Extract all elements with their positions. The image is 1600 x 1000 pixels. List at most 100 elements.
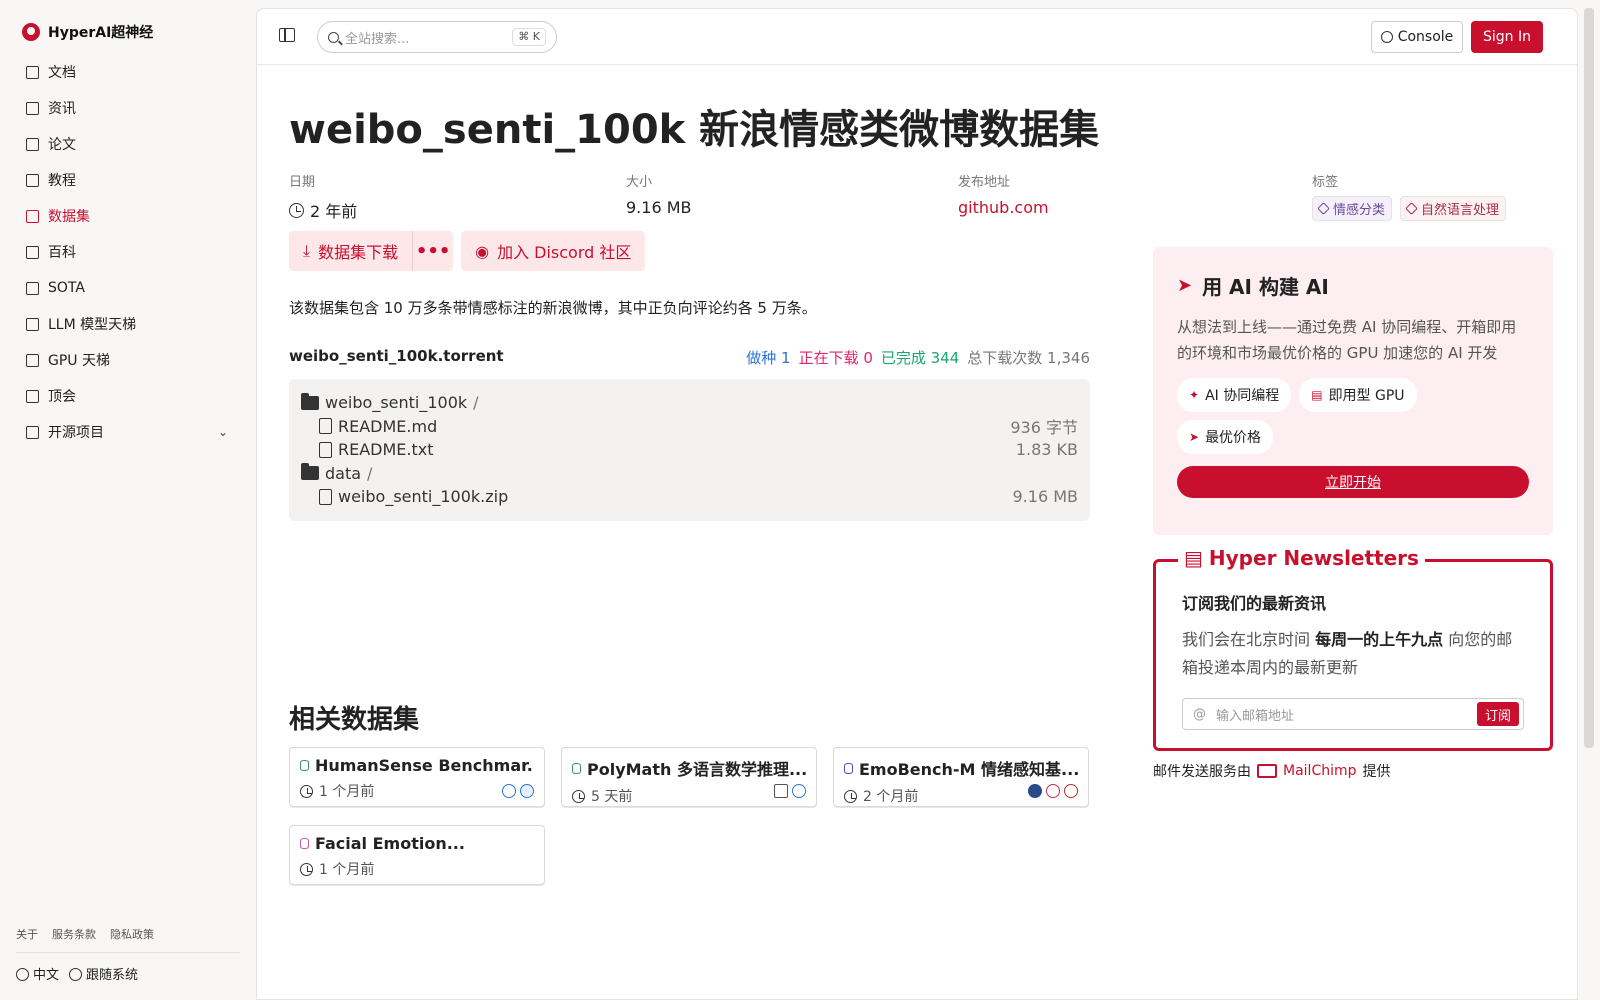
- newsletter-legend: Hyper Newsletters: [1208, 546, 1419, 570]
- brand-logo[interactable]: HyperAI超神经: [22, 22, 153, 42]
- card-title: Facial Emotion...: [315, 834, 465, 853]
- card-date: 1 个月前: [319, 784, 375, 800]
- pill-price[interactable]: ➤ 最优价格: [1177, 420, 1274, 454]
- discord-button[interactable]: ◉ 加入 Discord 社区: [461, 231, 646, 271]
- tag-nlp[interactable]: 自然语言处理: [1400, 196, 1507, 221]
- shield-icon: [1028, 784, 1042, 798]
- torrent-name[interactable]: weibo_senti_100k.torrent: [289, 347, 504, 368]
- card-date: 5 天前: [591, 789, 633, 805]
- org-logo-icon: [520, 784, 534, 798]
- file-row[interactable]: README.txt 1.83 KB: [301, 438, 1078, 462]
- newsletter-heading: 订阅我们的最新资讯: [1182, 594, 1327, 613]
- more-options-button[interactable]: •••: [413, 241, 453, 262]
- main-panel: 全站搜索... ⌘ K Console Sign In weibo_senti_…: [256, 8, 1578, 1000]
- sidebar-item-datasets[interactable]: 数据集: [14, 198, 242, 234]
- download-group: ⤓ 数据集下载 •••: [289, 231, 454, 271]
- mailchimp-link[interactable]: MailChimp: [1283, 763, 1357, 779]
- org-logo-icon: [1064, 784, 1078, 798]
- theme-switcher[interactable]: 跟随系统: [69, 964, 138, 983]
- sidebar-item-label: 教程: [48, 173, 76, 189]
- tag-sentiment[interactable]: 情感分类: [1312, 196, 1393, 221]
- related-card[interactable]: EmoBench-M 情绪感知基... 2 个月前: [833, 747, 1089, 807]
- torrent-stats: 做种 1 正在下载 0 已完成 344 总下载次数 1,346: [746, 347, 1090, 368]
- console-button[interactable]: Console: [1371, 21, 1463, 53]
- sidebar-item-news[interactable]: 资讯: [14, 90, 242, 126]
- email-field[interactable]: @ 输入邮箱地址 订阅: [1182, 698, 1524, 730]
- discord-icon: ◉: [475, 241, 490, 261]
- clock-icon: [300, 784, 313, 798]
- tag-label: 自然语言处理: [1421, 203, 1500, 218]
- related-card[interactable]: PolyMath 多语言数学推理... 5 天前: [561, 747, 817, 807]
- sidebar-item-conferences[interactable]: 顶会: [14, 378, 242, 414]
- calendar-icon: [26, 389, 39, 403]
- folder-suffix: /: [367, 463, 373, 483]
- feature-pills: ✦ AI 协同编程 ▤ 即用型 GPU ➤ 最优价格: [1177, 378, 1477, 454]
- sidebar-item-docs[interactable]: 文档: [14, 54, 242, 90]
- discord-label: 加入 Discord 社区: [497, 243, 632, 262]
- file-icon: [319, 441, 332, 458]
- source-link[interactable]: github.com: [958, 198, 1049, 217]
- sidebar-item-label: 百科: [48, 245, 76, 261]
- folder-icon: [301, 463, 319, 481]
- mail-service-note: 邮件发送服务由 MailChimp 提供: [1153, 761, 1391, 781]
- pill-label: AI 协同编程: [1205, 388, 1280, 404]
- sidebar-item-gpu-ladder[interactable]: GPU 天梯: [14, 342, 242, 378]
- sparkle-icon: ✦: [1189, 388, 1200, 402]
- sidebar-item-label: 顶会: [48, 389, 76, 405]
- total-downloads: 总下载次数 1,346: [967, 349, 1090, 367]
- meta-source: 发布地址 github.com: [958, 171, 1049, 217]
- date-value: 2 年前: [310, 202, 358, 221]
- start-now-button[interactable]: 立即开始: [1177, 466, 1529, 498]
- institution-icon: [774, 784, 788, 798]
- pill-label: 最优价格: [1205, 430, 1262, 446]
- pill-gpu[interactable]: ▤ 即用型 GPU: [1299, 378, 1417, 412]
- download-button[interactable]: ⤓ 数据集下载: [289, 231, 414, 271]
- news-icon: [26, 101, 39, 115]
- sidebar-nav: 文档 资讯 论文 教程 数据集 百科 SOTA LLM 模型天梯 GPU 天梯 …: [14, 54, 242, 450]
- sidebar-item-llm-ladder[interactable]: LLM 模型天梯: [14, 306, 242, 342]
- page-scrollbar[interactable]: [1584, 8, 1594, 748]
- tag-icon: [1317, 202, 1330, 215]
- sidebar-item-papers[interactable]: 论文: [14, 126, 242, 162]
- sidebar-item-sota[interactable]: SOTA: [14, 270, 242, 306]
- subscribe-button[interactable]: 订阅: [1476, 702, 1519, 726]
- ai-card-title: 用 AI 构建 AI: [1202, 275, 1329, 299]
- sidebar-item-label: 资讯: [48, 101, 76, 117]
- file-row[interactable]: weibo_senti_100k /: [301, 391, 1078, 415]
- tag-icon: [1405, 202, 1418, 215]
- file-row[interactable]: data /: [301, 462, 1078, 486]
- ai-card-description: 从想法到上线——通过免费 AI 协同编程、开箱即用的环境和市场最优价格的 GPU…: [1177, 318, 1517, 362]
- sidebar-item-open-source[interactable]: 开源项目 ⌄: [14, 414, 242, 450]
- clock-icon: [572, 789, 585, 803]
- language-switcher[interactable]: 中文: [16, 964, 59, 983]
- ai-promo-card: ➤ 用 AI 构建 AI 从想法到上线——通过免费 AI 协同编程、开箱即用的环境…: [1153, 247, 1553, 535]
- file-name: README.md: [338, 416, 438, 436]
- terms-link[interactable]: 服务条款: [52, 926, 96, 942]
- sidebar-item-tutorials[interactable]: 教程: [14, 162, 242, 198]
- theme-label: 跟随系统: [86, 968, 139, 983]
- seeding-count: 做种 1: [746, 349, 791, 367]
- search-shortcut: ⌘ K: [512, 28, 546, 46]
- related-heading: 相关数据集: [289, 705, 420, 735]
- file-row[interactable]: README.md 936 字节: [301, 415, 1078, 439]
- file-name: README.txt: [338, 440, 434, 460]
- theme-icon: [69, 968, 83, 981]
- pill-label: 即用型 GPU: [1328, 388, 1405, 404]
- size-value: 9.16 MB: [626, 198, 692, 217]
- about-link[interactable]: 关于: [16, 926, 38, 942]
- sidebar-item-label: SOTA: [48, 280, 85, 296]
- pill-ai-coding[interactable]: ✦ AI 协同编程: [1177, 378, 1292, 412]
- related-card[interactable]: Facial Emotion... 1 个月前: [289, 825, 545, 885]
- sidebar-item-wiki[interactable]: 百科: [14, 234, 242, 270]
- search-input[interactable]: 全站搜索... ⌘ K: [317, 21, 557, 53]
- size-label: 大小: [626, 175, 653, 190]
- sign-in-button[interactable]: Sign In: [1471, 21, 1543, 53]
- file-row[interactable]: weibo_senti_100k.zip 9.16 MB: [301, 485, 1078, 509]
- sidebar-item-label: 开源项目: [48, 425, 104, 441]
- rocket-icon: ➤: [1177, 275, 1193, 296]
- related-card[interactable]: HumanSense Benchmar... 1 个月前: [289, 747, 545, 807]
- mail-icon: [1257, 764, 1277, 778]
- rocket-icon: ➤: [1189, 430, 1200, 444]
- sidebar-toggle-icon[interactable]: [279, 28, 295, 42]
- privacy-link[interactable]: 隐私政策: [110, 926, 154, 942]
